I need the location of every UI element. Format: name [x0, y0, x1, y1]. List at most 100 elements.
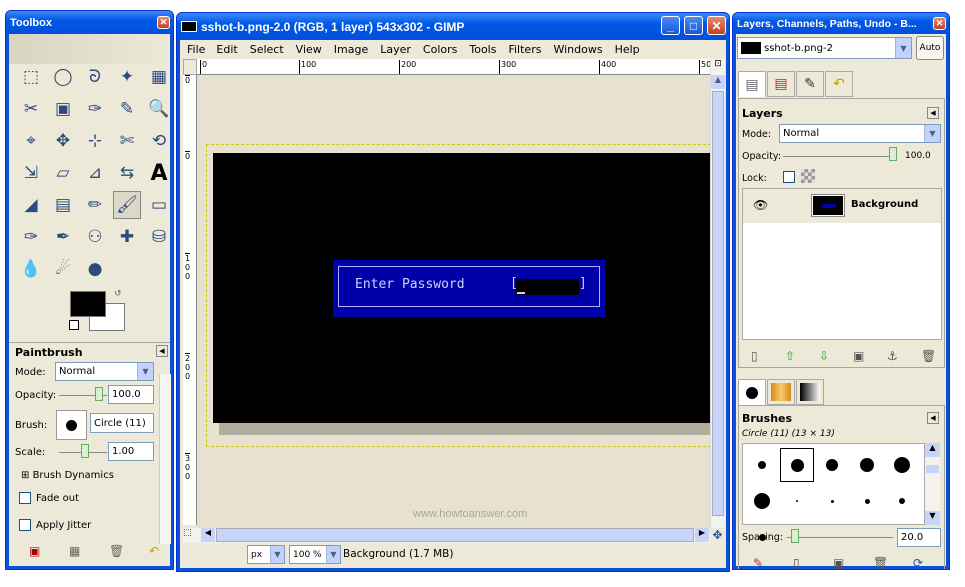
- scroll-up-button[interactable]: ▲: [711, 75, 725, 89]
- new-brush-icon[interactable]: ▯: [793, 556, 800, 569]
- edit-brush-icon[interactable]: ✎: [753, 556, 763, 569]
- horizontal-scrollbar[interactable]: ⬚ ◀ ▶: [183, 528, 710, 543]
- layer-row[interactable]: 👁 Background: [743, 189, 941, 223]
- delete-options-icon[interactable]: 🗑: [109, 544, 124, 558]
- rect-select-icon[interactable]: ⬚: [17, 63, 45, 91]
- tab-paths[interactable]: ✎: [796, 71, 824, 97]
- jitter-checkbox[interactable]: [19, 519, 31, 531]
- brush-cell[interactable]: [780, 448, 814, 482]
- menu-item[interactable]: View: [296, 43, 322, 56]
- scale-icon[interactable]: ⇲: [17, 159, 45, 187]
- scroll-down-button[interactable]: ▼: [925, 511, 940, 525]
- fuzzy-select-icon[interactable]: ✦: [113, 63, 141, 91]
- lock-alpha-checkbox[interactable]: [783, 171, 795, 183]
- menu-item[interactable]: Help: [615, 43, 640, 56]
- layer-mode-select[interactable]: Normal ▼: [779, 124, 941, 143]
- spacing-slider[interactable]: [787, 537, 893, 538]
- text-icon[interactable]: A: [145, 159, 173, 187]
- brush-cell[interactable]: [745, 484, 779, 518]
- image-canvas[interactable]: Enter Password [ ]: [213, 153, 710, 423]
- blend-icon[interactable]: ▤: [49, 191, 77, 219]
- image-select[interactable]: sshot-b.png-2 ▼: [737, 37, 912, 59]
- close-icon[interactable]: ✕: [933, 17, 946, 30]
- paths-icon[interactable]: ✑: [81, 95, 109, 123]
- refresh-brushes-icon[interactable]: ⟳: [913, 556, 923, 569]
- brush-cell[interactable]: [850, 484, 884, 518]
- quickmask-icon[interactable]: ⬚: [183, 528, 199, 538]
- rotate-icon[interactable]: ⟲: [145, 127, 173, 155]
- dodge-burn-icon[interactable]: ●: [81, 255, 109, 283]
- menu-item[interactable]: Layer: [380, 43, 411, 56]
- brush-cell[interactable]: [815, 448, 849, 482]
- opacity-slider-handle[interactable]: [95, 387, 103, 401]
- panel-menu-icon[interactable]: ◀: [927, 412, 939, 424]
- swap-colors-icon[interactable]: ↺: [114, 289, 122, 299]
- lasso-icon[interactable]: ᘐ: [81, 63, 109, 91]
- maximize-button[interactable]: □: [684, 16, 703, 35]
- delete-layer-icon[interactable]: 🗑: [921, 349, 936, 363]
- crop-icon[interactable]: ✄: [113, 127, 141, 155]
- navigate-icon[interactable]: ✥: [710, 528, 725, 543]
- new-layer-icon[interactable]: ▯: [751, 349, 758, 363]
- auto-button[interactable]: Auto: [916, 36, 944, 60]
- foreground-select-icon[interactable]: ▣: [49, 95, 77, 123]
- brush-name-field[interactable]: Circle (11): [90, 413, 154, 433]
- bucket-fill-icon[interactable]: ◢: [17, 191, 45, 219]
- tab-gradients[interactable]: [796, 379, 824, 405]
- mode-select[interactable]: Normal ▼: [55, 362, 154, 381]
- zoom-icon[interactable]: 🔍: [145, 95, 173, 123]
- raise-layer-icon[interactable]: ⇧: [785, 349, 795, 363]
- pencil-icon[interactable]: ✏: [81, 191, 109, 219]
- heal-icon[interactable]: ✚: [113, 223, 141, 251]
- dynamics-expander[interactable]: ⊞ Brush Dynamics: [21, 470, 114, 481]
- perspective-clone-icon[interactable]: ⛁: [145, 223, 173, 251]
- brush-grid-scrollbar[interactable]: ▲ ▼: [925, 443, 940, 525]
- close-icon[interactable]: ✕: [157, 16, 170, 29]
- menu-item[interactable]: File: [187, 43, 205, 56]
- measure-icon[interactable]: ⌖: [17, 127, 45, 155]
- scroll-thumb-v[interactable]: [712, 91, 724, 516]
- scale-slider-handle[interactable]: [81, 444, 89, 458]
- ellipse-select-icon[interactable]: ◯: [49, 63, 77, 91]
- panel-menu-icon[interactable]: ◀: [927, 107, 939, 119]
- minimize-button[interactable]: _: [661, 16, 680, 35]
- menu-item[interactable]: Select: [250, 43, 284, 56]
- eraser-icon[interactable]: ▭: [145, 191, 173, 219]
- lower-layer-icon[interactable]: ⇩: [819, 349, 829, 363]
- close-button[interactable]: ✕: [707, 16, 726, 35]
- airbrush-icon[interactable]: ✑: [17, 223, 45, 251]
- blur-icon[interactable]: 💧: [17, 255, 45, 283]
- smudge-icon[interactable]: ☄: [49, 255, 77, 283]
- canvas-viewport[interactable]: Enter Password [ ] www.howtoanswer.com: [197, 75, 710, 528]
- default-colors-icon[interactable]: [69, 320, 79, 330]
- anchor-layer-icon[interactable]: ⚓: [887, 349, 898, 363]
- save-options-icon[interactable]: ▣: [29, 544, 40, 558]
- tab-patterns[interactable]: [767, 379, 795, 405]
- spacing-handle[interactable]: [791, 529, 799, 543]
- ruler-corner[interactable]: [183, 59, 197, 75]
- tab-layers[interactable]: ▤: [738, 71, 766, 97]
- move-icon[interactable]: ✥: [49, 127, 77, 155]
- color-select-icon[interactable]: ▦: [145, 63, 173, 91]
- duplicate-brush-icon[interactable]: ▣: [833, 556, 844, 569]
- menu-item[interactable]: Filters: [508, 43, 541, 56]
- color-picker-icon[interactable]: ✎: [113, 95, 141, 123]
- layer-opacity-slider[interactable]: [783, 156, 895, 157]
- brush-cell[interactable]: [850, 448, 884, 482]
- menu-item[interactable]: Windows: [553, 43, 602, 56]
- duplicate-layer-icon[interactable]: ▣: [853, 349, 864, 363]
- eye-icon[interactable]: 👁: [753, 198, 768, 212]
- layer-opacity-handle[interactable]: [889, 147, 897, 161]
- toolbox-titlebar[interactable]: Toolbox ✕: [6, 11, 173, 34]
- flip-icon[interactable]: ⇆: [113, 159, 141, 187]
- spacing-spin[interactable]: 20.0: [897, 528, 941, 547]
- layer-opacity-value[interactable]: 100.0: [905, 151, 931, 161]
- align-icon[interactable]: ⊹: [81, 127, 109, 155]
- options-scrollbar[interactable]: [159, 374, 171, 544]
- menu-item[interactable]: Image: [334, 43, 368, 56]
- tab-channels[interactable]: ▤: [767, 71, 795, 97]
- menu-item[interactable]: Colors: [423, 43, 457, 56]
- brush-cell[interactable]: [745, 448, 779, 482]
- perspective-icon[interactable]: ⊿: [81, 159, 109, 187]
- brush-cell[interactable]: [780, 484, 814, 518]
